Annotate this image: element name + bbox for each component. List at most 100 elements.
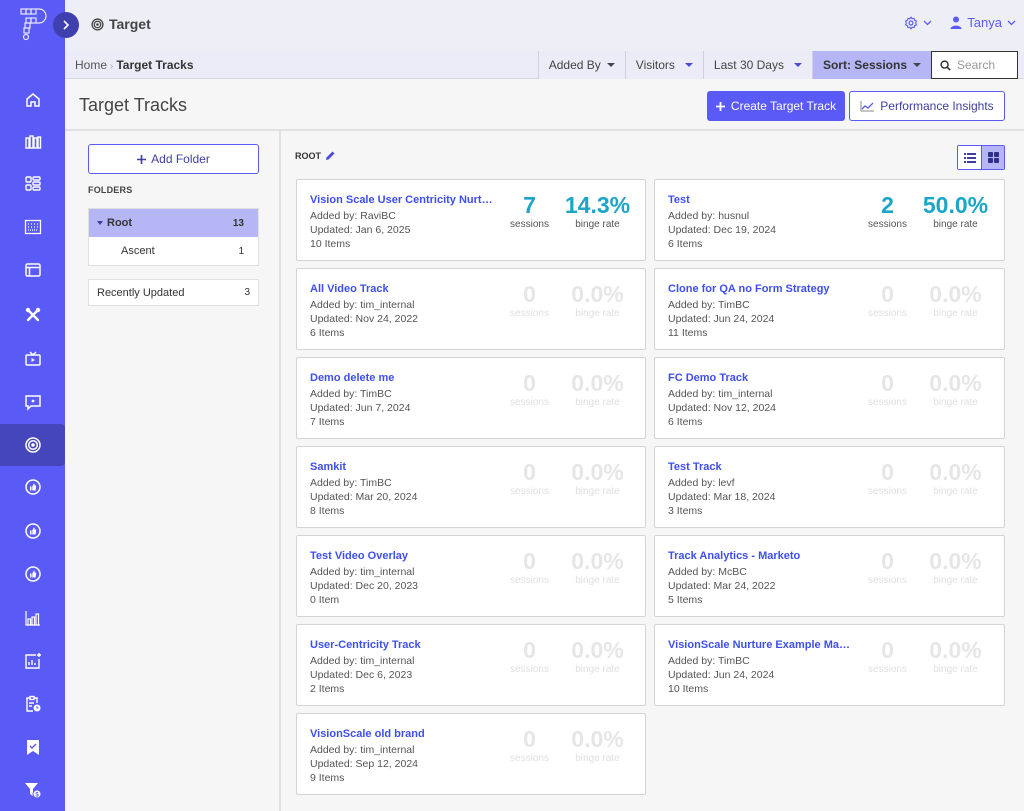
track-card[interactable]: Clone for QA no Form Strategy Added by: … [654, 268, 1005, 350]
grid-view-button[interactable] [981, 146, 1004, 169]
added-by-filter[interactable]: Added By [537, 51, 625, 79]
track-card[interactable]: Demo delete me Added by: TimBC Updated: … [296, 357, 646, 439]
track-title[interactable]: Clone for QA no Form Strategy [668, 283, 830, 295]
track-title[interactable]: User-Centricity Track [310, 639, 421, 651]
caret-down-icon [97, 221, 103, 226]
gear-icon [905, 15, 918, 30]
track-title[interactable]: All Video Track [310, 283, 389, 295]
breadcrumb-home[interactable]: Home [75, 58, 107, 72]
performance-insights-button[interactable]: Performance Insights [849, 91, 1005, 121]
caret-down-icon [606, 63, 615, 67]
track-title[interactable]: Test Track [668, 461, 722, 473]
app-logo-icon[interactable] [17, 6, 49, 42]
sessions-value: 2 [881, 192, 894, 218]
binge-rate-stat: 14.3% binge rate [560, 192, 635, 232]
sidebar-item-like-2[interactable] [0, 510, 65, 552]
sidebar-item-like-3[interactable] [0, 553, 65, 595]
track-title[interactable]: Track Analytics - Marketo [668, 550, 800, 562]
create-target-track-button[interactable]: Create Target Track [707, 91, 845, 121]
track-updated: Updated: Sep 12, 2024 [310, 758, 419, 770]
binge-rate-value: 0.0% [571, 637, 624, 663]
track-card[interactable]: Test Added by: husnul Updated: Dec 19, 2… [654, 179, 1005, 261]
track-added-by: Added by: tim_internal [310, 299, 415, 311]
sessions-value: 0 [881, 548, 894, 574]
track-title[interactable]: VisionScale old brand [310, 728, 425, 740]
sort-dropdown[interactable]: Sort: Sessions [811, 51, 931, 79]
plus-icon [715, 101, 725, 111]
sessions-label: sessions [510, 664, 549, 675]
sidebar-item-funnel[interactable]: $ [0, 769, 65, 811]
binge-rate-label: binge rate [575, 219, 620, 230]
sort-label: Sort: Sessions [822, 58, 907, 72]
track-card[interactable]: Vision Scale User Centricity Nurtu... Ad… [296, 179, 646, 261]
settings-menu[interactable] [904, 15, 932, 30]
sidebar-item-home[interactable] [0, 79, 65, 121]
track-updated: Updated: Mar 18, 2024 [668, 491, 776, 503]
page-header: Target Tracks Create Target Track Perfor… [65, 80, 1024, 131]
sessions-stat: 0 sessions [502, 637, 557, 677]
binge-rate-label: binge rate [933, 219, 978, 230]
sessions-value: 0 [881, 459, 894, 485]
track-title[interactable]: Test [668, 194, 690, 206]
track-card[interactable]: FC Demo Track Added by: tim_internal Upd… [654, 357, 1005, 439]
track-card[interactable]: Samkit Added by: TimBC Updated: Mar 20, … [296, 446, 646, 528]
pencil-edit-icon[interactable] [325, 150, 336, 161]
track-meta: Added by: tim_internal Updated: Nov 24, … [310, 298, 418, 340]
sessions-stat: 0 sessions [860, 548, 915, 588]
track-title[interactable]: Samkit [310, 461, 346, 473]
sidebar-item-library[interactable] [0, 121, 65, 163]
track-meta: Added by: TimBC Updated: Mar 20, 2024 8 … [310, 476, 417, 518]
track-card[interactable]: Test Track Added by: levf Updated: Mar 1… [654, 446, 1005, 528]
list-view-button[interactable] [958, 146, 981, 169]
search-input[interactable]: Search [931, 51, 1018, 79]
sidebar-item-browser[interactable] [0, 249, 65, 291]
sidebar-item-bookmarks[interactable] [0, 726, 65, 768]
track-meta: Added by: levf Updated: Mar 18, 2024 3 I… [668, 476, 775, 518]
track-card[interactable]: Track Analytics - Marketo Added by: McBC… [654, 535, 1005, 617]
visitors-filter[interactable]: Visitors [624, 51, 703, 79]
track-title[interactable]: Demo delete me [310, 372, 394, 384]
track-title[interactable]: Test Video Overlay [310, 550, 408, 562]
track-title[interactable]: FC Demo Track [668, 372, 748, 384]
track-title[interactable]: Vision Scale User Centricity Nurtu... [310, 194, 495, 206]
sidebar-item-video[interactable] [0, 338, 65, 380]
binge-rate-stat: 50.0% binge rate [918, 192, 993, 232]
caret-down-icon [684, 63, 693, 67]
app-title-text: Target [109, 16, 151, 32]
recently-updated-folder[interactable]: Recently Updated 3 [88, 279, 259, 306]
sessions-label: sessions [510, 397, 549, 408]
folder-root[interactable]: Root 13 [89, 209, 258, 237]
sidebar-item-grid[interactable] [0, 163, 65, 205]
binge-rate-value: 50.0% [922, 192, 989, 218]
sidebar-item-chat[interactable] [0, 381, 65, 423]
sidebar-item-keyboard[interactable] [0, 206, 65, 248]
folder-ascent[interactable]: Ascent 1 [89, 237, 258, 265]
sidebar-item-tools[interactable] [0, 294, 65, 336]
folder-count: 3 [244, 287, 250, 298]
sidebar-item-analytics[interactable] [0, 597, 65, 639]
date-range-filter[interactable]: Last 30 Days [702, 51, 812, 79]
sessions-label: sessions [868, 219, 907, 230]
track-added-by: Added by: husnul [668, 210, 750, 222]
track-items: 6 Items [668, 416, 703, 428]
sidebar-item-reports[interactable] [0, 683, 65, 725]
track-title[interactable]: VisionScale Nurture Example May ... [668, 639, 853, 651]
track-card[interactable]: All Video Track Added by: tim_internal U… [296, 268, 646, 350]
binge-rate-value: 0.0% [929, 637, 982, 663]
track-card[interactable]: User-Centricity Track Added by: tim_inte… [296, 624, 646, 706]
expand-sidebar-button[interactable] [53, 12, 79, 38]
folder-count: 1 [238, 245, 244, 257]
sidebar-item-target[interactable] [0, 424, 65, 466]
track-card[interactable]: Test Video Overlay Added by: tim_interna… [296, 535, 646, 617]
binge-rate-value: 0.0% [571, 726, 624, 752]
binge-rate-value: 0.0% [571, 281, 624, 307]
add-folder-button[interactable]: Add Folder [88, 144, 259, 174]
sessions-stat: 0 sessions [860, 637, 915, 677]
user-menu[interactable]: Tanya [950, 15, 1016, 30]
sessions-value: 0 [523, 726, 536, 752]
track-updated: Updated: Jan 6, 2025 [310, 224, 411, 236]
track-card[interactable]: VisionScale Nurture Example May ... Adde… [654, 624, 1005, 706]
track-card[interactable]: VisionScale old brand Added by: tim_inte… [296, 713, 646, 795]
sidebar-item-insights[interactable] [0, 640, 65, 682]
sidebar-item-like-1[interactable] [0, 466, 65, 508]
